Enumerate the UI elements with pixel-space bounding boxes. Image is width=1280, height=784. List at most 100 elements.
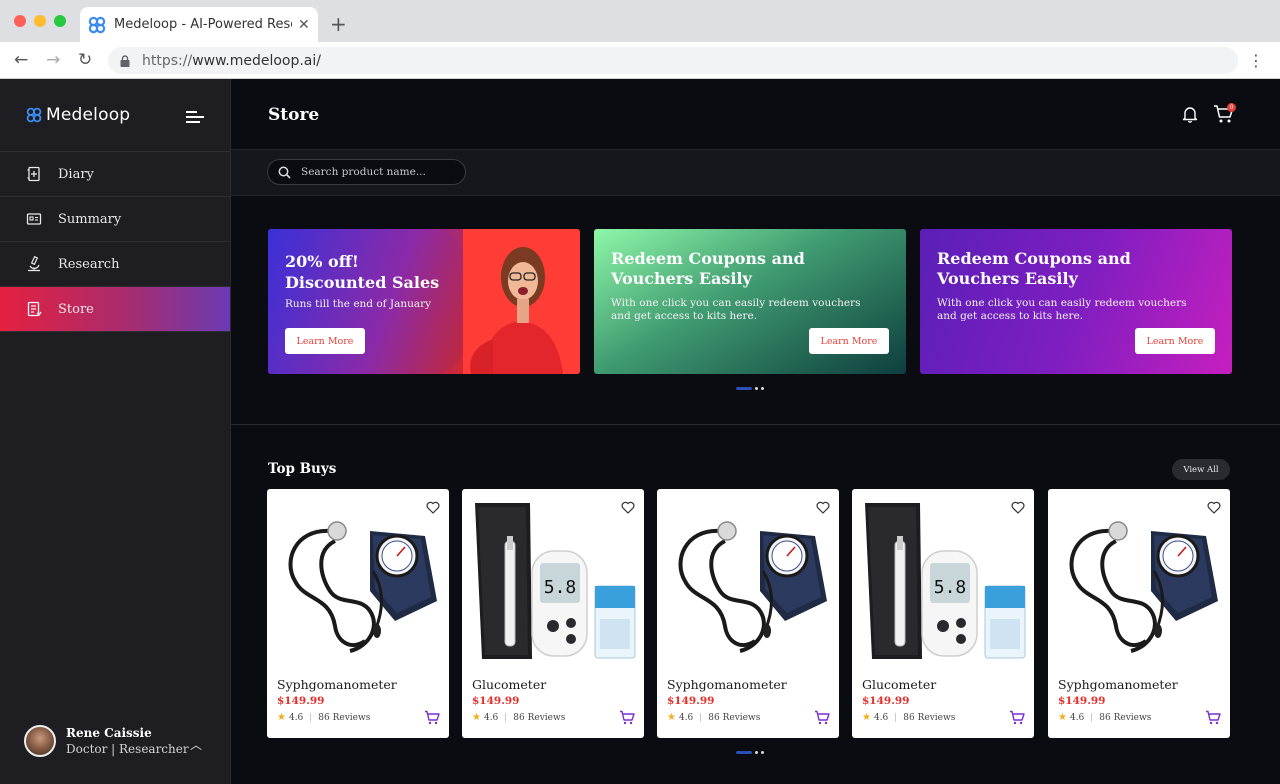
review-count[interactable]: 86 Reviews [1099, 713, 1151, 723]
heart-icon[interactable] [1207, 501, 1221, 514]
search-box[interactable] [267, 159, 466, 185]
top-buys-title: Top Buys [268, 461, 337, 477]
bell-icon[interactable] [1181, 105, 1199, 123]
heart-icon[interactable] [1011, 501, 1025, 514]
carousel-dot[interactable] [755, 751, 758, 754]
product-name[interactable]: Glucometer [862, 677, 936, 692]
medeloop-favicon-icon [88, 16, 106, 33]
svg-text:5.8: 5.8 [934, 577, 967, 598]
product-name[interactable]: Glucometer [472, 677, 546, 692]
sphygmomanometer-image [1069, 521, 1218, 653]
search-icon [278, 166, 291, 179]
rating-separator [310, 713, 312, 722]
product-card[interactable]: 5.8 Glucometer $149.99 ★ 4.6 86 Reviews [852, 489, 1034, 738]
tab-title: Medeloop - AI-Powered Research [114, 17, 292, 32]
product-rating: ★ 4.6 86 Reviews [1058, 712, 1151, 723]
learn-more-button[interactable]: Learn More [285, 328, 365, 354]
chevron-up-icon[interactable]: ︿ [190, 736, 202, 753]
sidebar: Medeloop Diary Summary Research Store Re… [0, 79, 231, 784]
banner-subtitle: Runs till the end of January [285, 298, 432, 310]
minimize-window-button[interactable] [34, 15, 46, 27]
search-bar-row [231, 150, 1280, 196]
learn-more-button[interactable]: Learn More [1135, 328, 1215, 354]
maximize-window-button[interactable] [54, 15, 66, 27]
promo-banner-coupons[interactable]: Redeem Coupons and Vouchers Easily With … [594, 229, 906, 374]
rating-separator [700, 713, 702, 722]
product-name[interactable]: Syphgomanometer [277, 677, 397, 692]
address-bar: ← → ↻ https://www.medeloop.ai/ ⋮ [0, 42, 1280, 79]
back-arrow-icon[interactable]: ← [14, 50, 28, 70]
rating-separator [505, 713, 507, 722]
carousel-dot[interactable] [761, 387, 764, 390]
banner-subtitle: With one click you can easily redeem vou… [611, 297, 861, 322]
glucometer-image: 5.8 [475, 503, 636, 659]
rating-value: 4.6 [483, 712, 499, 723]
learn-more-button[interactable]: Learn More [809, 328, 889, 354]
banner-carousel-indicator[interactable] [736, 387, 764, 390]
rating-value: 4.6 [288, 712, 304, 723]
avatar [24, 725, 56, 757]
product-price: $149.99 [1058, 695, 1106, 707]
banner-title: 20% off! Discounted Sales [285, 252, 440, 292]
products-carousel-indicator[interactable] [736, 751, 764, 754]
sidebar-item-summary[interactable]: Summary [0, 196, 230, 241]
add-to-cart-icon[interactable] [814, 710, 830, 725]
carousel-dot-active[interactable] [736, 387, 752, 390]
add-to-cart-icon[interactable] [1009, 710, 1025, 725]
browser-tab[interactable]: Medeloop - AI-Powered Research ✕ [80, 7, 318, 42]
carousel-dot[interactable] [755, 387, 758, 390]
search-input[interactable] [301, 166, 461, 178]
review-count[interactable]: 86 Reviews [903, 713, 955, 723]
user-profile[interactable]: Rene Caissie Doctor | Researcher [24, 725, 189, 757]
rating-value: 4.6 [1069, 712, 1085, 723]
brand-name: Medeloop [46, 105, 131, 125]
add-to-cart-icon[interactable] [619, 710, 635, 725]
new-tab-button[interactable]: + [330, 12, 347, 36]
carousel-dot-active[interactable] [736, 751, 752, 754]
browser-menu-icon[interactable]: ⋮ [1248, 51, 1264, 70]
sidebar-item-store[interactable]: Store [0, 286, 230, 332]
promo-banner-discount[interactable]: 20% off! Discounted Sales Runs till the … [268, 229, 580, 374]
product-name[interactable]: Syphgomanometer [667, 677, 787, 692]
close-window-button[interactable] [14, 15, 26, 27]
product-price: $149.99 [277, 695, 325, 707]
url-field[interactable]: https://www.medeloop.ai/ [108, 47, 1238, 74]
banner-subtitle: With one click you can easily redeem vou… [937, 297, 1187, 322]
microscope-icon [28, 256, 40, 272]
banner-title: Redeem Coupons and Vouchers Easily [611, 249, 805, 288]
window-controls [14, 15, 66, 27]
reload-icon[interactable]: ↻ [78, 50, 92, 70]
product-rating: ★ 4.6 86 Reviews [862, 712, 955, 723]
product-card[interactable]: 5.8 Glucometer $149.99 ★ 4.6 86 Reviews [462, 489, 644, 738]
heart-icon[interactable] [621, 501, 635, 514]
sidebar-item-diary[interactable]: Diary [0, 151, 230, 196]
product-card[interactable]: Syphgomanometer $149.99 ★ 4.6 86 Reviews [657, 489, 839, 738]
heart-icon[interactable] [816, 501, 830, 514]
product-name[interactable]: Syphgomanometer [1058, 677, 1178, 692]
heart-icon[interactable] [426, 501, 440, 514]
tab-close-icon[interactable]: ✕ [298, 17, 310, 33]
sphygmomanometer-image [288, 521, 437, 653]
carousel-dot[interactable] [761, 751, 764, 754]
cart-badge: 0 [1227, 103, 1236, 112]
review-count[interactable]: 86 Reviews [708, 713, 760, 723]
user-name: Rene Caissie [66, 726, 152, 740]
forward-arrow-icon[interactable]: → [46, 50, 60, 70]
review-count[interactable]: 86 Reviews [318, 713, 370, 723]
product-rating: ★ 4.6 86 Reviews [277, 712, 370, 723]
promo-banner-coupons[interactable]: Redeem Coupons and Vouchers Easily With … [920, 229, 1232, 374]
store-icon [27, 301, 42, 317]
product-card[interactable]: Syphgomanometer $149.99 ★ 4.6 86 Reviews [267, 489, 449, 738]
add-to-cart-icon[interactable] [424, 710, 440, 725]
add-to-cart-icon[interactable] [1205, 710, 1221, 725]
lock-icon [120, 54, 130, 67]
sidebar-nav: Diary Summary Research Store [0, 151, 230, 332]
rating-value: 4.6 [873, 712, 889, 723]
sidebar-item-research[interactable]: Research [0, 241, 230, 286]
product-card[interactable]: Syphgomanometer $149.99 ★ 4.6 86 Reviews [1048, 489, 1230, 738]
menu-toggle-icon[interactable] [186, 110, 204, 124]
brand[interactable]: Medeloop [26, 105, 130, 125]
review-count[interactable]: 86 Reviews [513, 713, 565, 723]
view-all-button[interactable]: View All [1172, 459, 1230, 480]
star-icon: ★ [1058, 712, 1067, 723]
